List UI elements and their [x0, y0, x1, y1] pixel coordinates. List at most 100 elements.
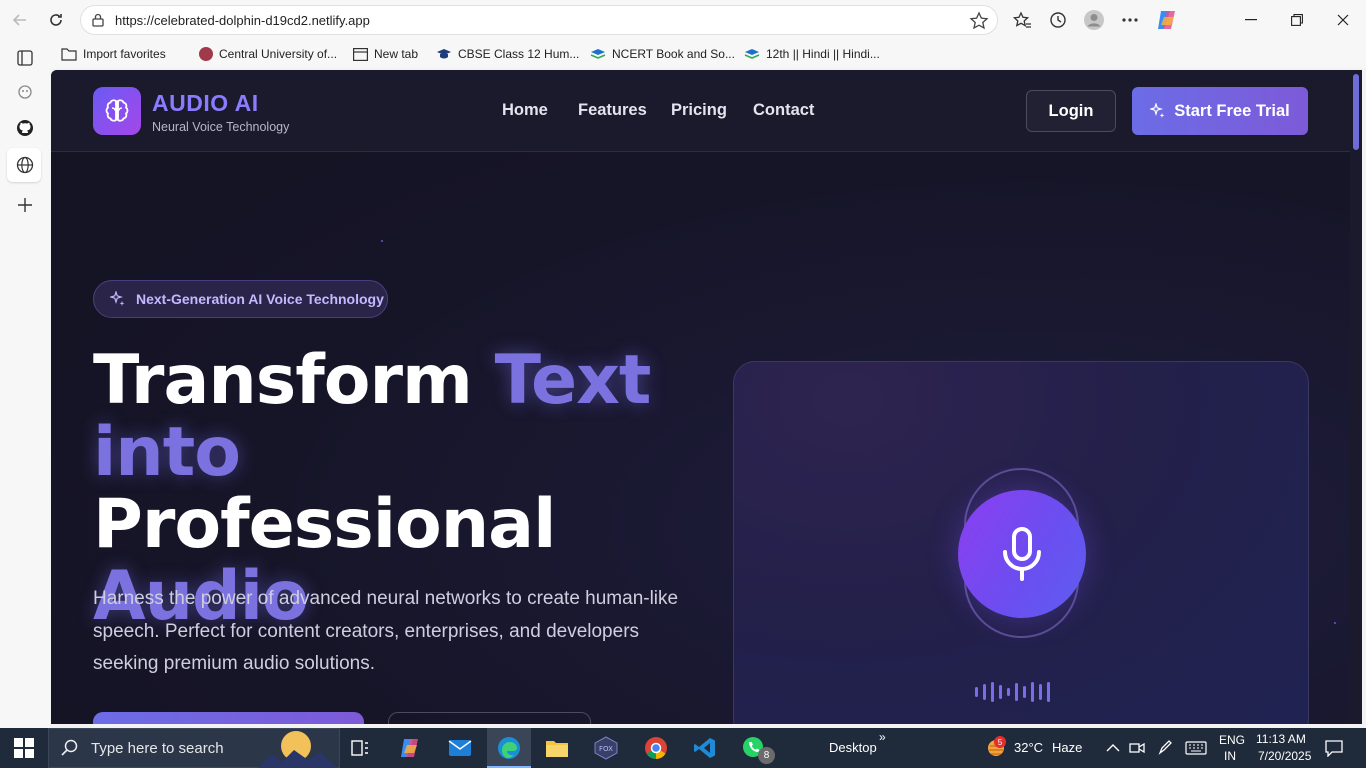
- favorite-label: Import favorites: [83, 47, 166, 61]
- favorite-new-tab[interactable]: New tab: [353, 45, 418, 63]
- windows-start-icon[interactable]: [14, 738, 34, 758]
- globe-icon[interactable]: [13, 153, 37, 177]
- favorite-label: New tab: [374, 47, 419, 61]
- site-header: AUDIO AI Neural Voice Technology Home Fe…: [51, 70, 1350, 152]
- favorite-import[interactable]: Import favorites: [61, 45, 166, 63]
- keyboard-icon[interactable]: [1182, 734, 1210, 762]
- brand-tagline: Neural Voice Technology: [152, 120, 290, 134]
- hero-title-part: Transform: [93, 341, 495, 420]
- taskbar: Type here to search FOX 8 Desktop » 5 32…: [0, 728, 1366, 768]
- primary-cta-button[interactable]: [93, 712, 364, 724]
- copilot-sidebar-icon[interactable]: [13, 80, 37, 104]
- back-icon[interactable]: [8, 8, 32, 32]
- url-text[interactable]: https://celebrated-dolphin-d19cd2.netlif…: [115, 13, 370, 28]
- desktop-toolbar-label[interactable]: Desktop: [829, 740, 877, 755]
- edge-browser-icon[interactable]: [495, 734, 523, 762]
- nav-contact[interactable]: Contact: [753, 101, 814, 120]
- favorite-star-icon[interactable]: [969, 11, 989, 36]
- weather-desc[interactable]: Haze: [1052, 740, 1082, 755]
- clock-time[interactable]: 11:13 AM: [1256, 732, 1306, 746]
- secondary-cta-button[interactable]: [388, 712, 591, 724]
- hero-badge: Next-Generation AI Voice Technology: [93, 280, 388, 318]
- graduation-cap-icon: [437, 49, 451, 59]
- book-stack-icon: [590, 49, 606, 59]
- lock-icon[interactable]: [91, 12, 105, 33]
- profile-avatar-icon[interactable]: [1082, 8, 1106, 32]
- hero-description: Harness the power of advanced neural net…: [93, 588, 679, 674]
- browser-toolbar: https://celebrated-dolphin-d19cd2.netlif…: [0, 0, 1366, 40]
- start-free-trial-label: Start Free Trial: [1174, 101, 1290, 120]
- tab-actions-icon[interactable]: [13, 46, 37, 70]
- minimize-icon[interactable]: [1239, 8, 1263, 32]
- language-code[interactable]: ENG: [1219, 733, 1245, 747]
- page-scrollbar[interactable]: [1350, 70, 1362, 724]
- hero-title-highlight: into: [93, 413, 241, 492]
- file-explorer-icon[interactable]: [543, 734, 571, 762]
- waveform-bar: [975, 687, 978, 697]
- fox-app-icon[interactable]: FOX: [592, 734, 620, 762]
- microphone-button[interactable]: [958, 490, 1086, 618]
- scrollbar-thumb[interactable]: [1353, 74, 1359, 150]
- toolbar-chevron-icon[interactable]: »: [879, 730, 886, 744]
- favorite-cbse[interactable]: CBSE Class 12 Hum...: [436, 45, 579, 63]
- book-stack-icon: [744, 49, 760, 59]
- favorites-icon[interactable]: [1010, 8, 1034, 32]
- meet-now-icon[interactable]: [1123, 734, 1151, 762]
- chrome-icon[interactable]: [642, 734, 670, 762]
- github-icon[interactable]: [13, 116, 37, 140]
- close-icon[interactable]: [1331, 8, 1355, 32]
- search-placeholder: Type here to search: [91, 739, 224, 757]
- clock-date[interactable]: 7/20/2025: [1258, 749, 1311, 763]
- waveform-bar: [1007, 688, 1010, 696]
- restore-icon[interactable]: [1285, 8, 1309, 32]
- mail-icon[interactable]: [446, 734, 474, 762]
- nav-home[interactable]: Home: [502, 101, 548, 120]
- svg-text:FOX: FOX: [599, 745, 613, 753]
- favorite-hindi[interactable]: 12th || Hindi || Hindi...: [744, 45, 880, 63]
- brand-name[interactable]: AUDIO AI: [152, 90, 259, 117]
- task-view-icon[interactable]: [346, 734, 374, 762]
- login-button[interactable]: Login: [1026, 90, 1116, 132]
- sparkles-icon: [1150, 103, 1165, 118]
- language-region[interactable]: IN: [1224, 749, 1236, 763]
- vscode-icon[interactable]: [691, 734, 719, 762]
- new-tab-icon: [353, 47, 368, 61]
- waveform-bar: [991, 682, 994, 702]
- weather-alert-badge: 5: [994, 736, 1006, 748]
- search-icon: [61, 739, 78, 756]
- favorites-bar: Import favorites Central University of..…: [50, 40, 1366, 68]
- favorite-label: CBSE Class 12 Hum...: [458, 47, 580, 61]
- waveform-bar: [1039, 684, 1042, 700]
- copilot-icon[interactable]: [1155, 8, 1179, 32]
- nav-features[interactable]: Features: [578, 101, 647, 120]
- favorite-label: Central University of...: [219, 47, 338, 61]
- brain-logo-icon[interactable]: [93, 87, 141, 135]
- particle-dot: [381, 240, 383, 242]
- hero-badge-text: Next-Generation AI Voice Technology: [136, 291, 384, 307]
- favorite-label: 12th || Hindi || Hindi...: [766, 47, 880, 61]
- nav-pricing[interactable]: Pricing: [671, 101, 727, 120]
- page-viewport: AUDIO AI Neural Voice Technology Home Fe…: [51, 70, 1362, 724]
- hero-title-highlight: Text: [494, 341, 652, 420]
- favorite-ncert[interactable]: NCERT Book and So...: [590, 45, 735, 63]
- waveform-bar: [983, 684, 986, 700]
- whatsapp-badge: 8: [758, 747, 775, 764]
- sidebar-rail: [0, 40, 50, 728]
- copilot-app-icon[interactable]: [396, 734, 424, 762]
- favorite-label: NCERT Book and So...: [612, 47, 735, 61]
- waveform-bar: [999, 685, 1002, 699]
- waveform-bar: [1015, 683, 1018, 701]
- history-icon[interactable]: [1046, 8, 1070, 32]
- start-free-trial-button[interactable]: Start Free Trial: [1132, 87, 1308, 135]
- refresh-icon[interactable]: [44, 8, 68, 32]
- address-bar[interactable]: https://celebrated-dolphin-d19cd2.netlif…: [80, 5, 998, 35]
- hero-title-part: Professional: [93, 485, 556, 564]
- weather-temp[interactable]: 32°C: [1014, 740, 1043, 755]
- more-options-icon[interactable]: [1118, 8, 1142, 32]
- voice-demo-card: [733, 361, 1309, 724]
- favorite-central-university[interactable]: Central University of...: [199, 45, 337, 63]
- waveform-bar: [1023, 686, 1026, 698]
- notifications-icon[interactable]: [1320, 734, 1348, 762]
- pen-icon[interactable]: [1151, 734, 1179, 762]
- add-icon[interactable]: [13, 193, 37, 217]
